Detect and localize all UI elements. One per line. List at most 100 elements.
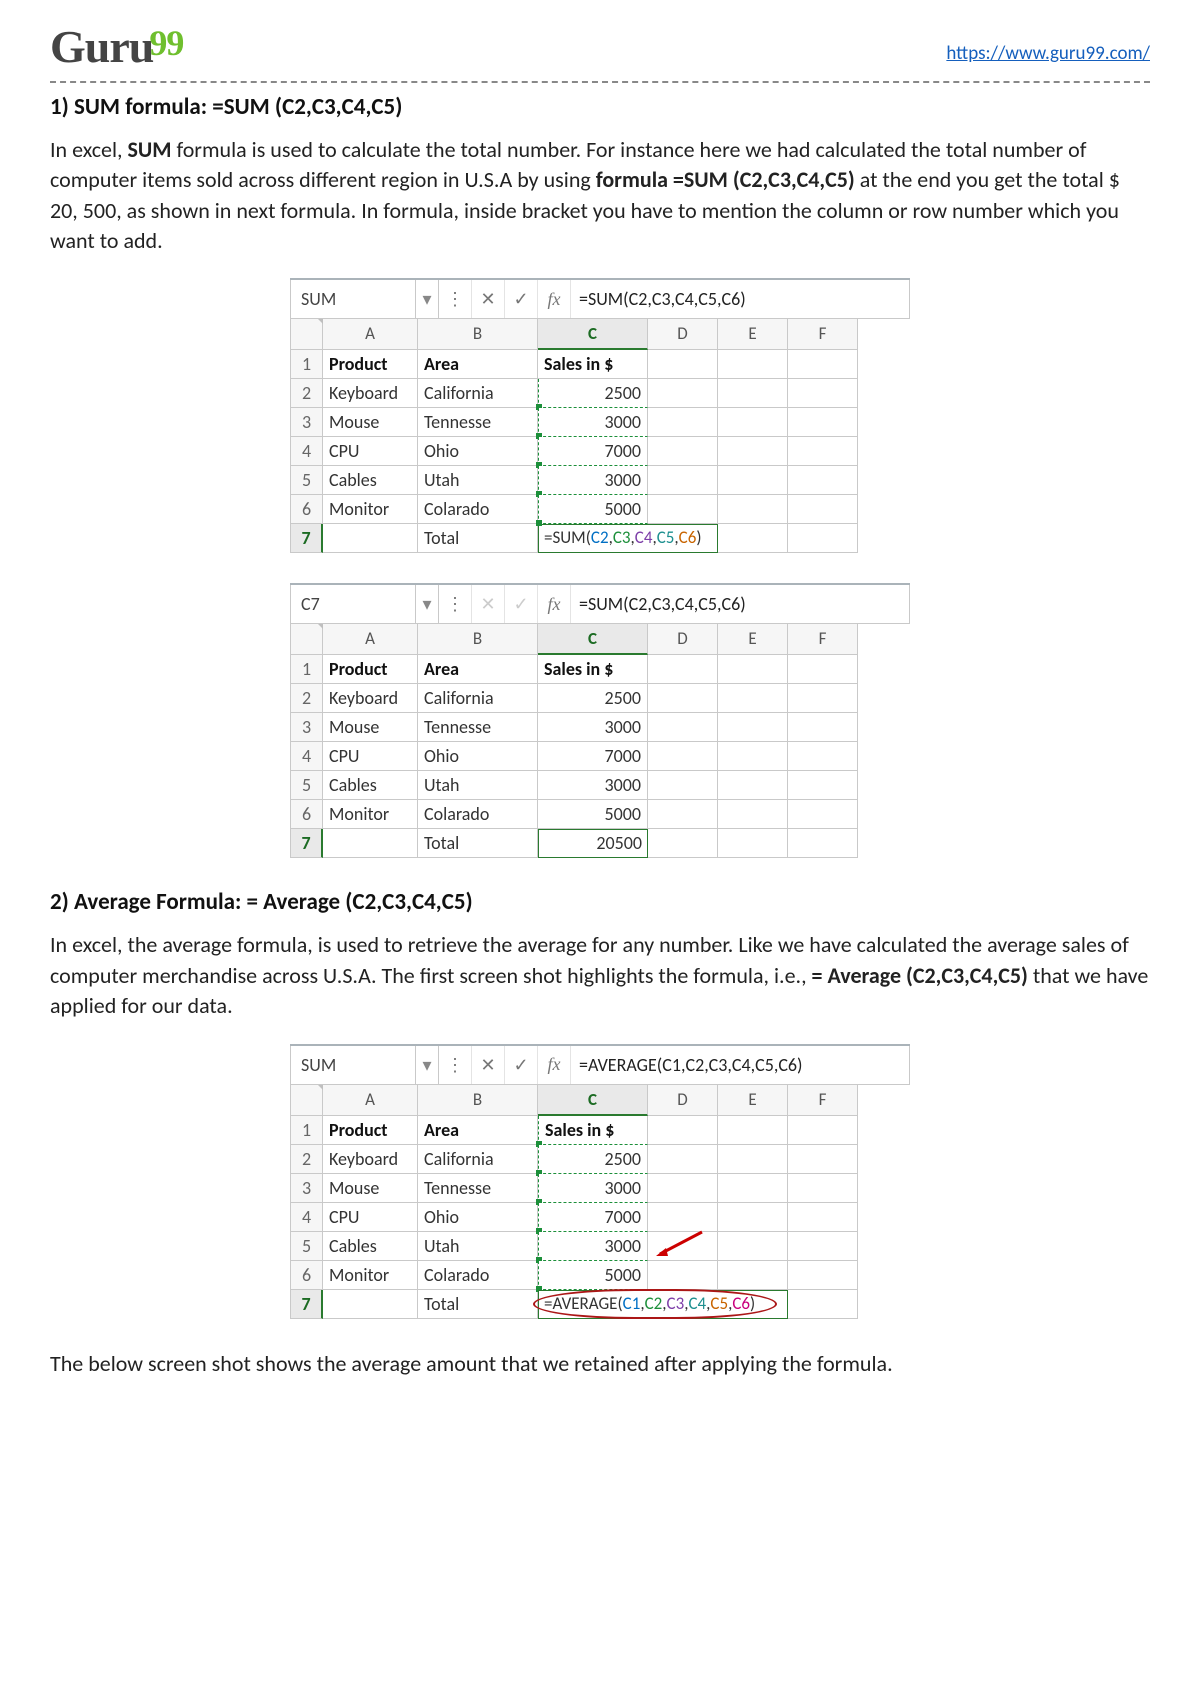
cell[interactable] (788, 1232, 858, 1261)
cell[interactable] (718, 1116, 788, 1145)
row-num[interactable]: 1 (291, 1116, 323, 1145)
cell[interactable] (718, 713, 788, 742)
editing-cell[interactable]: =AVERAGE(C1,C2,C3,C4,C5,C6) (538, 1290, 788, 1319)
cell[interactable] (788, 1203, 858, 1232)
row-num[interactable]: 2 (291, 1145, 323, 1174)
row-num[interactable]: 5 (291, 1232, 323, 1261)
cell[interactable] (648, 713, 718, 742)
col-B[interactable]: B (418, 624, 538, 655)
col-F[interactable]: F (788, 1085, 858, 1116)
row-num[interactable]: 7 (291, 1290, 323, 1319)
cell[interactable]: CPU (323, 1203, 418, 1232)
cell[interactable] (718, 379, 788, 408)
cell[interactable]: California (418, 684, 538, 713)
cell[interactable]: 3000 (538, 466, 648, 495)
cell[interactable]: Total (418, 1290, 538, 1319)
cell[interactable] (648, 655, 718, 684)
cell[interactable] (648, 350, 718, 379)
cell[interactable]: Tennesse (418, 713, 538, 742)
cell[interactable] (788, 655, 858, 684)
name-box-dropdown-icon[interactable]: ▾ (416, 1046, 439, 1084)
cell[interactable] (648, 437, 718, 466)
cell[interactable] (718, 1145, 788, 1174)
cell[interactable] (648, 408, 718, 437)
cell[interactable] (718, 800, 788, 829)
col-E[interactable]: E (718, 319, 788, 350)
cancel-icon[interactable]: ✕ (472, 1046, 505, 1084)
cell[interactable]: Cables (323, 1232, 418, 1261)
name-box[interactable]: SUM (291, 1046, 416, 1084)
more-icon[interactable]: ⋮ (439, 280, 472, 318)
col-C[interactable]: C (538, 624, 648, 655)
cell[interactable]: 5000 (538, 495, 648, 524)
cell[interactable]: 7000 (538, 437, 648, 466)
cell[interactable]: 7000 (538, 1203, 648, 1232)
cell[interactable]: Ohio (418, 742, 538, 771)
cell[interactable]: California (418, 1145, 538, 1174)
site-url-link[interactable]: https://www.guru99.com/ (946, 42, 1150, 65)
cell[interactable]: Cables (323, 771, 418, 800)
cell[interactable] (788, 1116, 858, 1145)
cell[interactable] (788, 495, 858, 524)
select-all-corner[interactable] (291, 624, 323, 655)
cell[interactable]: 5000 (538, 800, 648, 829)
cell[interactable] (788, 742, 858, 771)
row-num[interactable]: 4 (291, 1203, 323, 1232)
cell[interactable] (648, 1261, 718, 1290)
cell[interactable]: 5000 (538, 1261, 648, 1290)
cell[interactable] (718, 524, 788, 553)
cell[interactable]: Product (323, 655, 418, 684)
cell[interactable] (718, 466, 788, 495)
cell[interactable] (648, 466, 718, 495)
cell[interactable]: Utah (418, 466, 538, 495)
cell[interactable]: Colarado (418, 1261, 538, 1290)
enter-icon[interactable]: ✓ (505, 1046, 538, 1084)
cell[interactable]: Utah (418, 1232, 538, 1261)
cell[interactable] (648, 495, 718, 524)
cell[interactable] (788, 524, 858, 553)
cell[interactable]: Sales in $ (538, 350, 648, 379)
col-B[interactable]: B (418, 1085, 538, 1116)
cell[interactable] (718, 1174, 788, 1203)
cell[interactable] (648, 800, 718, 829)
cell[interactable] (718, 684, 788, 713)
select-all-corner[interactable] (291, 319, 323, 350)
cell[interactable]: Monitor (323, 495, 418, 524)
cell[interactable] (648, 771, 718, 800)
cell[interactable]: Total (418, 524, 538, 553)
cell[interactable]: 3000 (538, 1174, 648, 1203)
cell[interactable] (648, 379, 718, 408)
cell[interactable] (718, 771, 788, 800)
cell[interactable]: 2500 (538, 1145, 648, 1174)
cancel-icon[interactable]: ✕ (472, 280, 505, 318)
fx-icon[interactable]: fx (538, 1046, 571, 1084)
cell[interactable] (648, 829, 718, 858)
cell[interactable]: Keyboard (323, 684, 418, 713)
cell[interactable] (718, 1203, 788, 1232)
row-num[interactable]: 5 (291, 466, 323, 495)
cell[interactable] (648, 1174, 718, 1203)
cell[interactable] (788, 713, 858, 742)
row-num[interactable]: 2 (291, 379, 323, 408)
cell[interactable]: Tennesse (418, 1174, 538, 1203)
cell[interactable] (788, 437, 858, 466)
name-box-dropdown-icon[interactable]: ▾ (416, 585, 439, 623)
row-num[interactable]: 2 (291, 684, 323, 713)
row-num[interactable]: 3 (291, 1174, 323, 1203)
cell[interactable]: Colarado (418, 495, 538, 524)
cell[interactable] (718, 408, 788, 437)
cell[interactable] (718, 1261, 788, 1290)
select-all-corner[interactable] (291, 1085, 323, 1116)
cell[interactable] (788, 466, 858, 495)
col-D[interactable]: D (648, 1085, 718, 1116)
cell[interactable] (788, 408, 858, 437)
cell[interactable] (648, 742, 718, 771)
col-E[interactable]: E (718, 624, 788, 655)
cell[interactable]: 3000 (538, 713, 648, 742)
cell[interactable] (718, 1232, 788, 1261)
cell[interactable]: Keyboard (323, 1145, 418, 1174)
cell[interactable] (648, 1145, 718, 1174)
selected-cell[interactable]: 20500 (538, 829, 648, 858)
cell[interactable]: CPU (323, 437, 418, 466)
cell[interactable]: Total (418, 829, 538, 858)
